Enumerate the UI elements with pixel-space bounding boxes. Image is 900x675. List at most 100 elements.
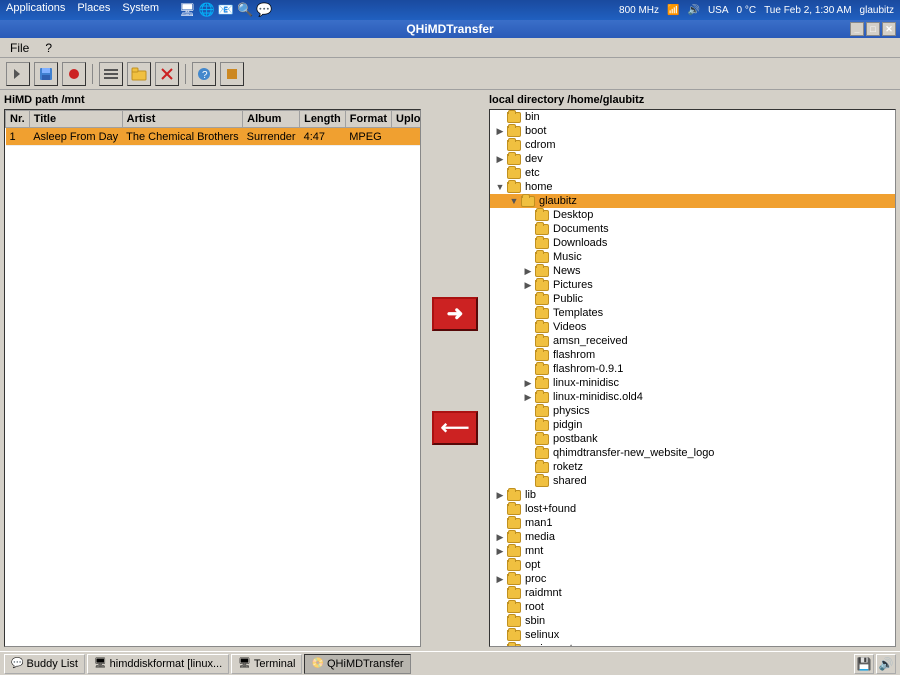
record-button[interactable] <box>62 62 86 86</box>
list-item[interactable]: seriesmnt <box>490 642 895 647</box>
list-item[interactable]: cdrom <box>490 138 895 152</box>
open-button[interactable] <box>127 62 151 86</box>
help-menu[interactable]: ? <box>41 40 56 56</box>
tree-item-label: flashrom-0.9.1 <box>553 363 623 375</box>
cell-length: 4:47 <box>300 128 346 146</box>
himd-table-header: Nr. Title Artist Album Length Format Upl… <box>6 111 422 128</box>
leaf-spacer <box>494 503 506 515</box>
list-item[interactable]: ▶ proc <box>490 572 895 586</box>
expand-icon[interactable]: ▶ <box>494 489 506 501</box>
taskbar-icon-2: 🔊 <box>876 654 896 674</box>
list-item[interactable]: ▶ lib <box>490 488 895 502</box>
folder-icon <box>506 503 522 515</box>
collapse-icon[interactable]: ▼ <box>508 195 520 207</box>
taskbar-right: 💾 🔊 <box>854 654 896 674</box>
list-item[interactable]: physics <box>490 404 895 418</box>
list-item[interactable]: pidgin <box>490 418 895 432</box>
list-item[interactable]: ▶ boot <box>490 124 895 138</box>
help-button[interactable]: ? <box>192 62 216 86</box>
save-button[interactable] <box>34 62 58 86</box>
list-item[interactable]: man1 <box>490 516 895 530</box>
stop-button[interactable] <box>220 62 244 86</box>
transfer-to-himd-button[interactable]: ⟵ <box>432 411 478 445</box>
tree-item-label: dev <box>525 153 543 165</box>
expand-icon[interactable]: ▶ <box>522 391 534 403</box>
file-menu[interactable]: File <box>6 40 33 56</box>
list-item[interactable]: sbin <box>490 614 895 628</box>
list-item[interactable]: Documents <box>490 222 895 236</box>
list-item[interactable]: lost+found <box>490 502 895 516</box>
tree-item-label: linux-minidisc <box>553 377 619 389</box>
back-button[interactable] <box>6 62 30 86</box>
col-length: Length <box>300 111 346 128</box>
leaf-spacer <box>522 433 534 445</box>
delete-button[interactable] <box>155 62 179 86</box>
list-item[interactable]: Public <box>490 292 895 306</box>
tree-item-label: Music <box>553 251 582 263</box>
taskbar-himdiskformat[interactable]: 🖥 himddiskformat [linux... <box>87 654 229 674</box>
cpu-indicator: 800 MHz <box>619 5 659 16</box>
places-menu[interactable]: Places <box>77 2 110 18</box>
himdiskformat-label: himddiskformat [linux... <box>110 658 222 670</box>
taskbar-qhimdtransfer[interactable]: 📀 QHiMDTransfer <box>304 654 410 674</box>
list-item[interactable]: ▶ Pictures <box>490 278 895 292</box>
folder-icon <box>506 643 522 647</box>
minimize-button[interactable]: _ <box>850 22 864 36</box>
expand-icon[interactable]: ▶ <box>494 573 506 585</box>
list-item[interactable]: qhimdtransfer-new_website_logo <box>490 446 895 460</box>
expand-icon[interactable]: ▶ <box>494 125 506 137</box>
list-item[interactable]: ▶ linux-minidisc <box>490 376 895 390</box>
list-item[interactable]: roketz <box>490 460 895 474</box>
list-item[interactable]: Desktop <box>490 208 895 222</box>
list-item[interactable]: Downloads <box>490 236 895 250</box>
list-item[interactable]: raidmnt <box>490 586 895 600</box>
window-controls[interactable]: _ □ ✕ <box>850 22 896 36</box>
tree-item-label: root <box>525 601 544 613</box>
list-item[interactable]: ▶ News <box>490 264 895 278</box>
table-row[interactable]: 1 Asleep From Day The Chemical Brothers … <box>6 128 422 146</box>
list-item[interactable]: etc <box>490 166 895 180</box>
folder-icon <box>534 293 550 305</box>
applications-menu[interactable]: Applications <box>6 2 65 18</box>
list-item[interactable]: selinux <box>490 628 895 642</box>
maximize-button[interactable]: □ <box>866 22 880 36</box>
taskbar-terminal[interactable]: 🖥 Terminal <box>231 654 302 674</box>
leaf-spacer <box>522 293 534 305</box>
list-item[interactable]: bin <box>490 110 895 124</box>
list-item[interactable]: Music <box>490 250 895 264</box>
collapse-icon[interactable]: ▼ <box>494 181 506 193</box>
folder-icon <box>534 475 550 487</box>
local-tree[interactable]: bin ▶ boot cdrom ▶ dev etc ▼ ho <box>489 109 896 647</box>
list-item[interactable]: flashrom-0.9.1 <box>490 362 895 376</box>
list-item[interactable]: ▶ mnt <box>490 544 895 558</box>
expand-icon[interactable]: ▶ <box>522 265 534 277</box>
close-button[interactable]: ✕ <box>882 22 896 36</box>
list-item[interactable]: Templates <box>490 306 895 320</box>
expand-icon[interactable]: ▶ <box>522 279 534 291</box>
list-item[interactable]: ▶ linux-minidisc.old4 <box>490 390 895 404</box>
system-menu[interactable]: System <box>122 2 159 18</box>
list-button[interactable] <box>99 62 123 86</box>
tree-item-label: amsn_received <box>553 335 628 347</box>
expand-icon[interactable]: ▶ <box>494 153 506 165</box>
leaf-spacer <box>522 475 534 487</box>
toolbar-separator-2 <box>185 64 186 84</box>
expand-icon[interactable]: ▶ <box>522 377 534 389</box>
transfer-to-local-button[interactable]: ➜ <box>432 297 478 331</box>
list-item[interactable]: ▶ media <box>490 530 895 544</box>
list-item[interactable]: ▼ home <box>490 180 895 194</box>
expand-icon[interactable]: ▶ <box>494 531 506 543</box>
list-item[interactable]: amsn_received <box>490 334 895 348</box>
list-item[interactable]: ▶ dev <box>490 152 895 166</box>
list-item[interactable]: ▼ glaubitz <box>490 194 895 208</box>
list-item[interactable]: opt <box>490 558 895 572</box>
right-arrow-icon: ➜ <box>447 301 464 326</box>
expand-icon[interactable]: ▶ <box>494 545 506 557</box>
taskbar-buddy-list[interactable]: 💬 Buddy List <box>4 654 85 674</box>
list-item[interactable]: Videos <box>490 320 895 334</box>
list-item[interactable]: shared <box>490 474 895 488</box>
list-item[interactable]: postbank <box>490 432 895 446</box>
list-item[interactable]: flashrom <box>490 348 895 362</box>
toolbar-separator-1 <box>92 64 93 84</box>
list-item[interactable]: root <box>490 600 895 614</box>
